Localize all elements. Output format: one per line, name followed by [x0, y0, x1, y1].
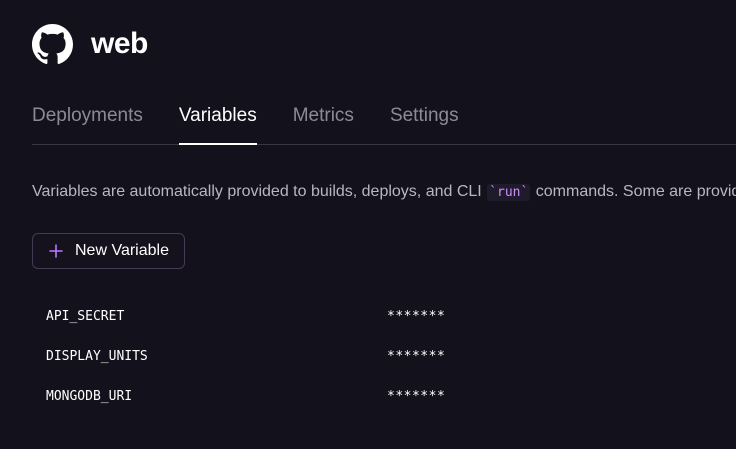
variable-name: DISPLAY_UNITS — [46, 349, 148, 364]
variable-row[interactable]: MONGODB_URI ******* — [0, 378, 736, 418]
plus-icon — [49, 244, 63, 258]
variables-description: Variables are automatically provided to … — [32, 181, 736, 204]
service-header: web — [32, 23, 148, 64]
run-command-code: `run` — [487, 184, 531, 201]
description-text-end: commands. Some are provided by plugins — [535, 183, 736, 200]
variables-list: API_SECRET ******* DISPLAY_UNITS *******… — [0, 298, 736, 418]
tab-variables[interactable]: Variables — [178, 100, 257, 145]
variable-name: API_SECRET — [46, 309, 125, 324]
variable-name: MONGODB_URI — [46, 389, 133, 404]
variable-row[interactable]: API_SECRET ******* — [0, 298, 736, 338]
variable-value: ******* — [387, 309, 446, 324]
tab-settings[interactable]: Settings — [390, 100, 459, 144]
variable-value: ******* — [387, 389, 446, 404]
new-variable-label: New Variable — [75, 242, 169, 259]
variable-row[interactable]: DISPLAY_UNITS ******* — [0, 338, 736, 378]
new-variable-button[interactable]: New Variable — [32, 233, 185, 269]
service-title: web — [91, 27, 148, 60]
tab-deployments[interactable]: Deployments — [32, 100, 143, 144]
github-icon — [32, 23, 73, 64]
service-tabs: Deployments Variables Metrics Settings — [32, 100, 736, 145]
variable-value: ******* — [387, 349, 446, 364]
tab-metrics[interactable]: Metrics — [293, 100, 354, 144]
description-text-start: Variables are automatically provided to … — [32, 183, 487, 200]
service-variables-page: web Deployments Variables Metrics Settin… — [0, 0, 736, 449]
